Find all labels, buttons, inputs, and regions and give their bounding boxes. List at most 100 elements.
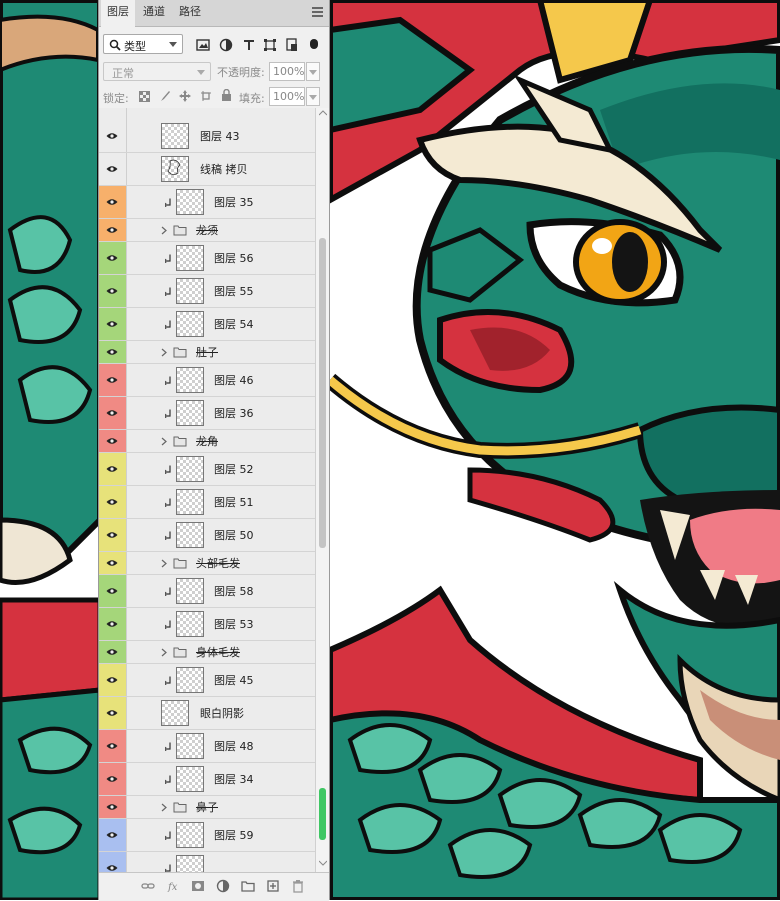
- lock-pixels-icon[interactable]: [159, 90, 171, 102]
- scrollbar-thumb[interactable]: [319, 238, 326, 548]
- layer-row[interactable]: 图层 54: [99, 308, 315, 341]
- layer-thumbnail[interactable]: [176, 578, 204, 604]
- layers-scrollbar[interactable]: [315, 108, 329, 872]
- layer-thumbnail[interactable]: [176, 822, 204, 848]
- eye-icon[interactable]: [99, 453, 127, 485]
- blend-mode-dropdown[interactable]: 正常: [103, 62, 211, 81]
- layer-thumbnail[interactable]: [176, 611, 204, 637]
- layer-group-row[interactable]: 身体毛发: [99, 641, 315, 664]
- layer-group-row[interactable]: 龙角: [99, 430, 315, 453]
- fill-input[interactable]: 100%: [269, 87, 305, 106]
- layer-thumbnail[interactable]: [161, 123, 189, 149]
- lock-transparent-icon[interactable]: [139, 91, 150, 102]
- layer-group-row[interactable]: 龙须: [99, 219, 315, 242]
- layer-thumbnail[interactable]: [176, 311, 204, 337]
- layer-thumbnail[interactable]: [176, 855, 204, 872]
- eye-icon[interactable]: [99, 763, 127, 795]
- new-layer-icon[interactable]: [266, 879, 280, 893]
- chevron-right-icon[interactable]: [161, 348, 167, 357]
- lock-all-icon[interactable]: [221, 89, 232, 102]
- lock-position-icon[interactable]: [179, 90, 191, 102]
- filter-toggle-icon[interactable]: [309, 38, 319, 50]
- pixel-filter-icon[interactable]: [196, 38, 210, 52]
- panel-menu-icon[interactable]: [312, 7, 323, 17]
- eye-icon[interactable]: [99, 552, 127, 574]
- chevron-right-icon[interactable]: [161, 226, 167, 235]
- eye-icon[interactable]: [99, 186, 127, 218]
- eye-icon[interactable]: [99, 397, 127, 429]
- layer-row[interactable]: 眼白阴影: [99, 697, 315, 730]
- eye-icon[interactable]: [99, 120, 127, 152]
- link-layers-icon[interactable]: [141, 879, 155, 893]
- eye-icon[interactable]: [99, 341, 127, 363]
- opacity-input[interactable]: 100%: [269, 62, 305, 81]
- layer-row[interactable]: 图层 52: [99, 453, 315, 486]
- layer-thumbnail[interactable]: [176, 667, 204, 693]
- eye-icon[interactable]: [99, 486, 127, 518]
- layer-row[interactable]: 图层 35: [99, 186, 315, 219]
- layer-group-row[interactable]: 肚子: [99, 341, 315, 364]
- layer-thumbnail[interactable]: [161, 700, 189, 726]
- eye-icon[interactable]: [99, 730, 127, 762]
- chevron-up-icon[interactable]: [319, 110, 327, 116]
- layer-row[interactable]: 图层 43: [99, 120, 315, 153]
- filter-kind-dropdown[interactable]: 类型: [103, 34, 183, 54]
- shape-filter-icon[interactable]: [263, 38, 277, 52]
- eye-icon[interactable]: [99, 519, 127, 551]
- eye-icon[interactable]: [99, 819, 127, 851]
- layer-row[interactable]: 图层 53: [99, 608, 315, 641]
- opacity-slider-toggle[interactable]: [306, 62, 320, 81]
- adjustment-filter-icon[interactable]: [219, 38, 233, 52]
- eye-icon[interactable]: [99, 219, 127, 241]
- eye-icon[interactable]: [99, 153, 127, 185]
- layer-group-row[interactable]: 头部毛发: [99, 552, 315, 575]
- layer-row[interactable]: 图层 46: [99, 364, 315, 397]
- layer-row[interactable]: [99, 852, 315, 872]
- type-filter-icon[interactable]: [242, 38, 256, 52]
- layer-row[interactable]: 图层 55: [99, 275, 315, 308]
- chevron-right-icon[interactable]: [161, 803, 167, 812]
- adjustment-layer-icon[interactable]: [216, 879, 230, 893]
- tab-paths[interactable]: 路径: [173, 0, 207, 26]
- eye-icon[interactable]: [99, 608, 127, 640]
- eye-icon[interactable]: [99, 852, 127, 872]
- eye-icon[interactable]: [99, 242, 127, 274]
- layer-row[interactable]: 图层 34: [99, 763, 315, 796]
- layer-row[interactable]: 图层 50: [99, 519, 315, 552]
- eye-icon[interactable]: [99, 275, 127, 307]
- eye-icon[interactable]: [99, 575, 127, 607]
- eye-icon[interactable]: [99, 108, 127, 120]
- layer-row[interactable]: 线稿 拷贝: [99, 153, 315, 186]
- chevron-down-icon[interactable]: [319, 860, 327, 866]
- fill-slider-toggle[interactable]: [306, 87, 320, 106]
- chevron-right-icon[interactable]: [161, 437, 167, 446]
- layer-row[interactable]: 图层 51: [99, 486, 315, 519]
- layer-thumbnail[interactable]: [176, 456, 204, 482]
- layer-group-row[interactable]: 鼻子: [99, 796, 315, 819]
- eye-icon[interactable]: [99, 430, 127, 452]
- layer-thumbnail[interactable]: [176, 733, 204, 759]
- layer-row[interactable]: 图层 36: [99, 397, 315, 430]
- layer-thumbnail[interactable]: [176, 400, 204, 426]
- layer-thumbnail[interactable]: [176, 489, 204, 515]
- lock-artboard-icon[interactable]: [200, 90, 212, 102]
- layer-row[interactable]: 图层 48: [99, 730, 315, 763]
- tab-channels[interactable]: 通道: [137, 0, 171, 26]
- eye-icon[interactable]: [99, 364, 127, 396]
- layer-thumbnail[interactable]: [176, 522, 204, 548]
- chevron-right-icon[interactable]: [161, 559, 167, 568]
- layer-row[interactable]: 图层 59: [99, 819, 315, 852]
- layer-thumbnail[interactable]: [176, 367, 204, 393]
- new-group-icon[interactable]: [241, 879, 255, 893]
- smart-object-filter-icon[interactable]: [285, 38, 299, 52]
- layer-thumbnail[interactable]: [176, 278, 204, 304]
- layer-row[interactable]: 图层 45: [99, 664, 315, 697]
- layer-style-icon[interactable]: fx: [167, 879, 181, 893]
- layer-thumbnail[interactable]: [176, 766, 204, 792]
- layer-row[interactable]: 图层 56: [99, 242, 315, 275]
- trash-icon[interactable]: [291, 879, 305, 893]
- layer-thumbnail[interactable]: [161, 156, 189, 182]
- eye-icon[interactable]: [99, 641, 127, 663]
- layer-thumbnail[interactable]: [176, 189, 204, 215]
- eye-icon[interactable]: [99, 697, 127, 729]
